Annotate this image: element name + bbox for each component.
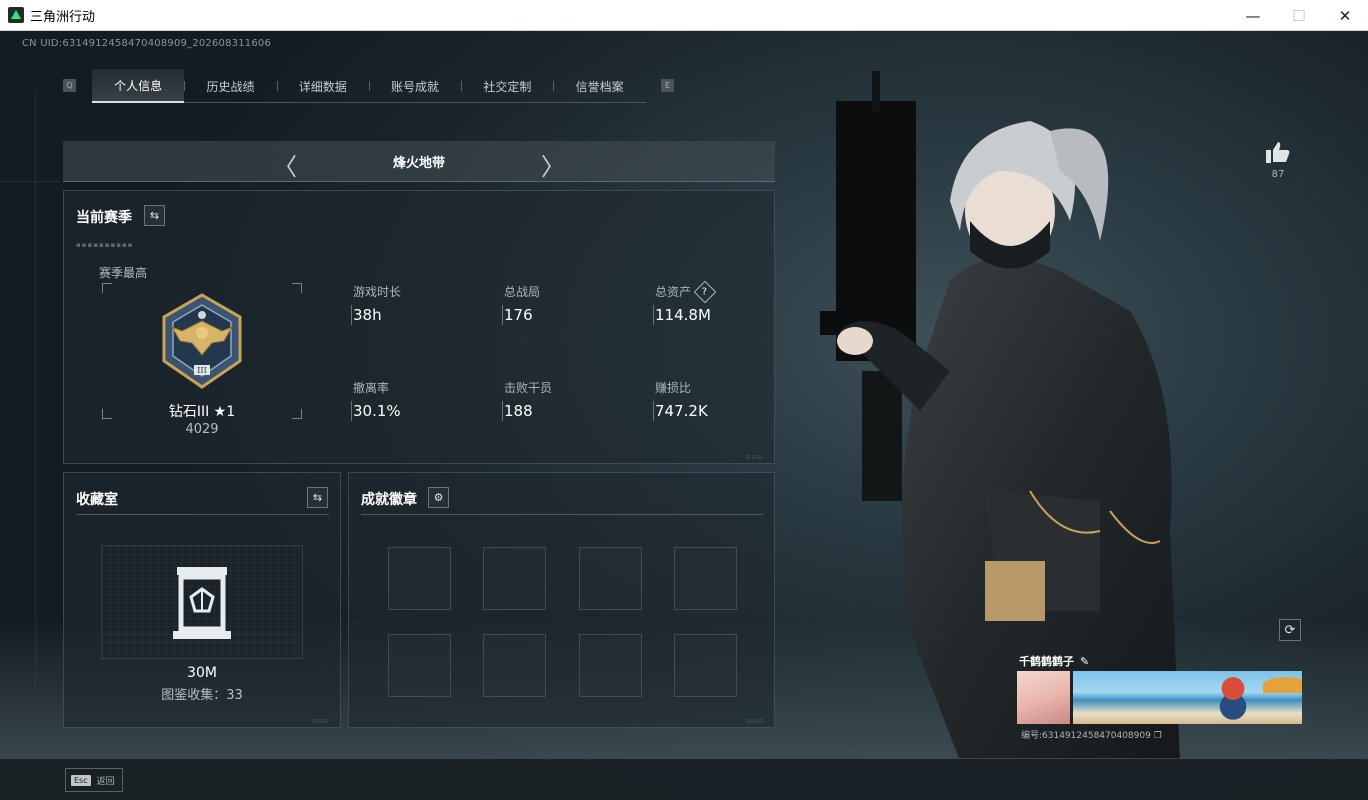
badge-slot[interactable] [483, 634, 546, 697]
minimize-button[interactable]: — [1230, 0, 1276, 31]
achievement-panel: 成就徽章 ⚙ ▫▫▫ [348, 472, 775, 728]
rank-name: 钻石III ★1 [168, 404, 236, 420]
mode-selector: 〈 烽火地带 〉 [63, 141, 775, 182]
badge-slot[interactable] [388, 634, 451, 697]
tab-social-customization[interactable]: 社交定制 [461, 69, 553, 103]
player-id: 编号:6314912458470408909 [1021, 731, 1151, 741]
player-profile-card: 千鹤鹤鹤子 ✎ 编号:6314912458470408909 ❐ [1015, 653, 1302, 741]
game-viewport: CN UID:6314912458470408909_202608311606 … [0, 31, 1368, 800]
tab-key-hint-right: E [661, 79, 674, 92]
decorative-dots: ▪▪▪▪▪▪▪▪▪▪ [76, 241, 134, 249]
close-button[interactable]: ✕ [1322, 0, 1368, 31]
collection-panel: 收藏室 ⇆ 30M 图鉴收集：33 ▫▫▫ [63, 472, 341, 728]
season-panel-title: 当前赛季 [76, 210, 132, 226]
decorative-dots: ▫▫▫ [747, 717, 765, 725]
stat-total-matches: 总战局 176 [502, 285, 541, 325]
achievement-panel-title: 成就徽章 [361, 492, 417, 508]
badge-slot[interactable] [674, 547, 737, 610]
stat-divider [502, 305, 503, 325]
divider [76, 514, 329, 515]
season-panel: 当前赛季 ⇆ ▪▪▪▪▪▪▪▪▪▪ 赛季最高 III 钻石III ★1 4029… [63, 190, 775, 464]
collection-value: 30M [187, 665, 217, 681]
esc-key-hint: Esc [71, 774, 91, 786]
stat-divider [653, 401, 654, 421]
refresh-icon: ⟳ [1284, 622, 1296, 638]
tab-credit-record[interactable]: 信誉档案 [553, 69, 645, 103]
season-best-label: 赛季最高 [99, 266, 148, 280]
badge-slot[interactable] [579, 634, 642, 697]
bottom-bar: Esc 返回 [0, 758, 1368, 800]
back-button[interactable]: Esc 返回 [65, 768, 123, 792]
back-label: 返回 [96, 776, 115, 787]
achievement-settings-button[interactable]: ⚙ [428, 487, 449, 508]
uid-label: CN UID:6314912458470408909_202608311606 [22, 38, 272, 49]
tab-personal-info[interactable]: 个人信息 [92, 69, 185, 103]
svg-text:III: III [197, 366, 206, 375]
mode-label: 烽火地带 [392, 155, 445, 171]
mode-next-arrow[interactable]: 〉 [541, 147, 565, 182]
stat-profit-loss-ratio: 赚损比 747.2K [653, 381, 708, 421]
thumbs-up-icon[interactable] [1266, 141, 1290, 163]
tab-key-hint-left: Q [63, 79, 76, 92]
stat-total-assets: 总资产 ? 114.8M [653, 280, 717, 325]
season-switch-button[interactable]: ⇆ [144, 205, 165, 226]
maximize-button[interactable]: ☐ [1276, 0, 1322, 31]
like-count: 87 [1271, 169, 1285, 180]
tab-detailed-data[interactable]: 详细数据 [276, 69, 369, 103]
badge-slot[interactable] [388, 547, 451, 610]
rank-score: 4029 [185, 422, 219, 437]
window-controls: — ☐ ✕ [1230, 0, 1368, 31]
stat-divider [351, 401, 352, 421]
player-name: 千鹤鹤鹤子 [1019, 655, 1074, 668]
collection-count: 图鉴收集：33 [161, 688, 243, 703]
stat-extraction-rate: 撤离率 30.1% [351, 381, 401, 421]
help-icon[interactable]: ? [693, 280, 717, 303]
background-grid-line [0, 181, 60, 182]
profile-tabs: 个人信息 历史战绩 详细数据 账号成就 社交定制 信誉档案 [92, 69, 646, 103]
gear-icon: ⚙ [433, 491, 444, 504]
divider [361, 514, 763, 515]
stat-divider [502, 401, 503, 421]
window-title: 三角洲行动 [30, 9, 96, 25]
copy-icon[interactable]: ❐ [1154, 731, 1162, 741]
stat-operators-defeated: 击败干员 188 [502, 381, 553, 421]
refresh-appearance-button[interactable]: ⟳ [1279, 619, 1301, 641]
decorative-dots: ▫▫▫ [746, 453, 764, 461]
tab-match-history[interactable]: 历史战绩 [184, 69, 276, 103]
collection-panel-title: 收藏室 [76, 492, 118, 508]
app-logo-icon [8, 7, 24, 23]
decorative-dots: ▫▫▫ [312, 717, 330, 725]
frame-corner [292, 283, 302, 293]
collection-switch-button[interactable]: ⇆ [307, 487, 328, 508]
stat-divider [351, 305, 352, 325]
badge-slot[interactable] [579, 547, 642, 610]
frame-corner [102, 283, 112, 293]
player-banner-image[interactable] [1073, 671, 1302, 724]
edit-pencil-icon[interactable]: ✎ [1080, 655, 1089, 668]
window-titlebar: 三角洲行动 — ☐ ✕ [0, 0, 1368, 31]
player-avatar[interactable] [1017, 671, 1070, 724]
tab-account-achievements[interactable]: 账号成就 [368, 69, 461, 103]
diamond-rank-badge-icon: III [162, 293, 242, 389]
badge-slot[interactable] [674, 634, 737, 697]
mode-prev-arrow[interactable]: 〈 [273, 147, 297, 182]
vault-display-icon [173, 567, 231, 639]
stat-divider [653, 305, 654, 325]
swap-arrows-icon: ⇆ [312, 491, 323, 504]
badge-slot[interactable] [483, 547, 546, 610]
stat-play-time: 游戏时长 38h [351, 285, 402, 325]
swap-arrows-icon: ⇆ [149, 209, 160, 222]
